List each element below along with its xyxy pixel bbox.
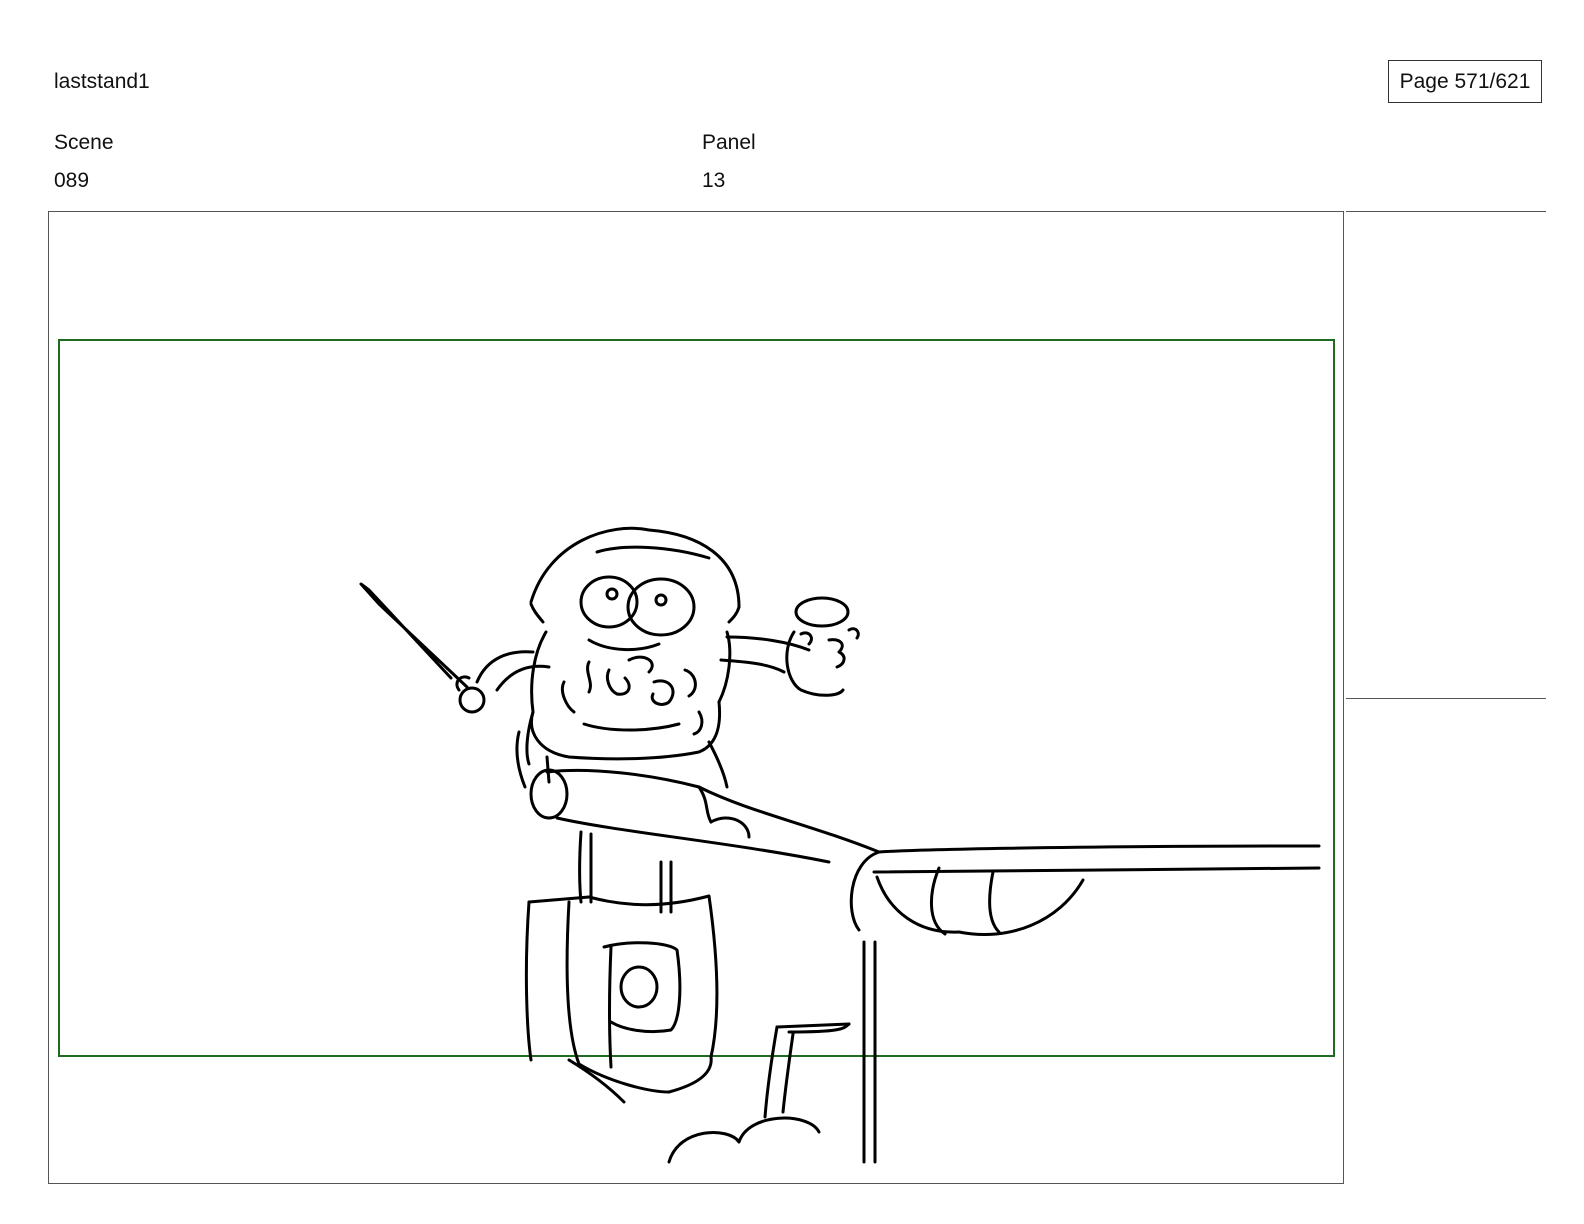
page-counter: Page 571/621 — [1388, 60, 1542, 103]
storyboard-sketch — [58, 339, 1335, 1164]
character-sketch — [359, 526, 860, 789]
panel-label: Panel — [702, 131, 756, 154]
scene-label: Scene — [54, 131, 114, 154]
scene-value: 089 — [54, 169, 90, 192]
project-title: laststand1 — [54, 70, 150, 93]
safe-area-rectangle — [58, 339, 1335, 1057]
railing-sketch — [524, 768, 1321, 1164]
notes-rule-top — [1346, 211, 1546, 212]
notes-rule-middle — [1346, 698, 1546, 699]
panel-value: 13 — [702, 169, 726, 192]
storyboard-panel-frame — [48, 211, 1344, 1184]
